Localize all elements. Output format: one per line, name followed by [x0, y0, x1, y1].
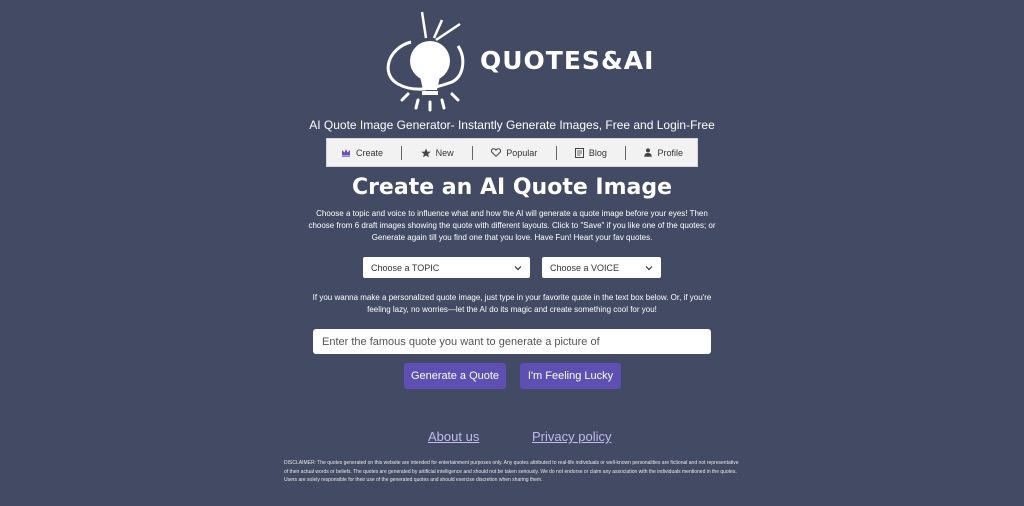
nav-item-blog[interactable]: Blog: [574, 147, 607, 158]
nav-divider: [555, 145, 557, 160]
nav-item-create[interactable]: Create: [341, 148, 383, 158]
about-us-link[interactable]: About us: [428, 429, 479, 444]
main-nav: Create New Popular Blog Profile: [326, 138, 698, 167]
privacy-policy-link[interactable]: Privacy policy: [532, 429, 611, 444]
document-icon: [574, 147, 584, 158]
voice-select-value: Choose a VOICE: [550, 262, 620, 273]
feeling-lucky-button[interactable]: I'm Feeling Lucky: [520, 363, 621, 389]
nav-divider: [625, 145, 627, 160]
brand-name: QUOTES&AI: [480, 46, 655, 75]
nav-divider: [401, 145, 403, 160]
nav-item-label: Profile: [657, 147, 683, 158]
nav-item-profile[interactable]: Profile: [644, 148, 683, 158]
nav-item-label: Blog: [588, 147, 607, 158]
nav-item-label: Popular: [506, 147, 538, 158]
nav-item-popular[interactable]: Popular: [491, 148, 537, 158]
star-icon: [421, 148, 431, 157]
crown-icon: [342, 149, 350, 157]
voice-select[interactable]: Choose a VOICE: [542, 257, 661, 278]
chevron-down-icon: [645, 265, 653, 270]
disclaimer-text: DISCLAIMER: The quotes generated on this…: [284, 460, 739, 483]
nav-item-label: New: [435, 147, 454, 158]
quote-input[interactable]: [313, 329, 711, 354]
tagline: AI Quote Image Generator- Instantly Gene…: [309, 118, 715, 132]
nav-item-label: Create: [356, 147, 384, 158]
personalized-quote-note: If you wanna make a personalized quote i…: [312, 293, 712, 314]
nav-item-new[interactable]: New: [421, 148, 454, 158]
lightbulb-logo-icon: [386, 11, 465, 112]
site-logo[interactable]: QUOTES&AI: [378, 8, 658, 112]
generate-quote-button[interactable]: Generate a Quote: [404, 363, 506, 389]
intro-text: Choose a topic and voice to influence wh…: [308, 209, 716, 242]
heart-icon: [491, 148, 502, 157]
chevron-down-icon: [514, 265, 522, 270]
topic-select-value: Choose a TOPIC: [371, 262, 440, 273]
topic-select[interactable]: Choose a TOPIC: [363, 257, 530, 278]
page-title: Create an AI Quote Image: [351, 175, 673, 200]
user-icon: [644, 148, 653, 157]
nav-divider: [471, 145, 473, 160]
